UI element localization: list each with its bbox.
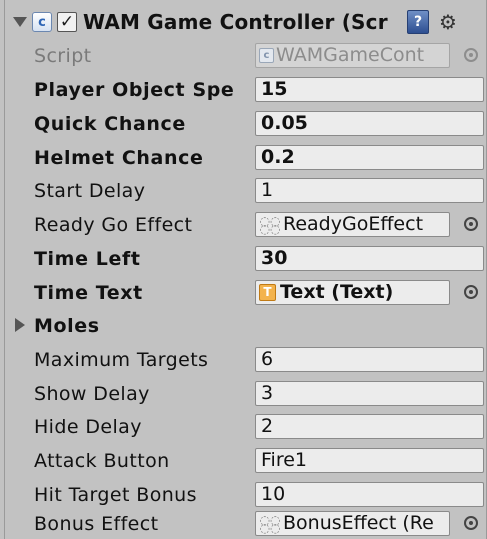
property-label-ready-go-effect: Ready Go Effect: [34, 214, 193, 236]
maximum-targets-input[interactable]: 6: [255, 347, 484, 372]
property-row-time-left: Time Left 30: [5, 242, 486, 274]
property-row-player-object-speed: Player Object Spe 15: [5, 73, 486, 105]
property-label-hit-target-bonus: Hit Target Bonus: [34, 484, 197, 506]
property-row-maximum-targets: Maximum Targets 6: [5, 343, 486, 375]
object-picker-icon[interactable]: [464, 217, 478, 231]
property-row-script: Script c WAMGameCont: [5, 39, 486, 71]
show-delay-input[interactable]: 3: [255, 381, 484, 406]
quick-chance-input[interactable]: 0.05: [255, 111, 484, 136]
prefab-icon: ◌◌ ◌◌: [259, 213, 281, 236]
property-label-bonus-effect: Bonus Effect: [34, 513, 159, 535]
property-label-quick-chance: Quick Chance: [34, 113, 186, 135]
property-row-show-delay: Show Delay 3: [5, 377, 486, 409]
property-label-moles[interactable]: Moles: [34, 313, 256, 339]
moles-foldout[interactable]: Moles: [5, 309, 486, 341]
prefab-icon: ◌◌ ◌◌: [259, 512, 281, 535]
component-title: WAM Game Controller (Scr: [83, 10, 388, 34]
attack-button-input[interactable]: Fire1: [255, 448, 484, 473]
script-component-icon: c: [32, 12, 52, 32]
script-object-field[interactable]: c WAMGameCont: [255, 43, 450, 68]
property-row-helmet-chance: Helmet Chance 0.2: [5, 141, 486, 173]
property-label-time-left: Time Left: [34, 248, 141, 270]
component-enabled-checkbox[interactable]: ✓: [57, 12, 77, 32]
hit-target-bonus-input[interactable]: 10: [255, 482, 484, 507]
property-label-hide-delay: Hide Delay: [34, 416, 142, 438]
object-picker-icon[interactable]: [464, 285, 478, 299]
cs-script-icon: c: [259, 48, 274, 63]
ready-go-effect-value: ReadyGoEffect: [283, 213, 424, 235]
hide-delay-input[interactable]: 2: [255, 414, 484, 439]
helmet-chance-input[interactable]: 0.2: [255, 145, 484, 170]
property-row-time-text: Time Text T Text (Text): [5, 276, 486, 308]
time-text-value: Text (Text): [280, 281, 394, 303]
property-label-helmet-chance: Helmet Chance: [34, 147, 204, 169]
bonus-effect-value: BonusEffect (Re: [283, 512, 434, 534]
property-row-ready-go-effect: Ready Go Effect ◌◌ ◌◌ ReadyGoEffect: [5, 208, 486, 240]
start-delay-input[interactable]: 1: [255, 178, 484, 203]
property-label-script: Script: [34, 45, 92, 67]
object-picker-icon[interactable]: [464, 48, 478, 62]
player-object-speed-input[interactable]: 15: [255, 77, 484, 102]
property-label-show-delay: Show Delay: [34, 383, 150, 405]
property-row-attack-button: Attack Button Fire1: [5, 444, 486, 476]
gear-icon[interactable]: ⚙: [439, 12, 457, 32]
property-row-quick-chance: Quick Chance 0.05: [5, 107, 486, 139]
property-label-maximum-targets: Maximum Targets: [34, 349, 209, 371]
property-label-player-object-speed: Player Object Spe: [34, 79, 235, 101]
ready-go-effect-object-field[interactable]: ◌◌ ◌◌ ReadyGoEffect: [255, 212, 450, 237]
component-header[interactable]: c ✓ WAM Game Controller (Scr ? ⚙: [5, 6, 486, 38]
property-label-time-text: Time Text: [34, 282, 143, 304]
property-row-bonus-effect: Bonus Effect ◌◌ ◌◌ BonusEffect (Re: [5, 507, 486, 539]
foldout-expanded-icon[interactable]: [13, 17, 27, 27]
text-component-icon: T: [259, 284, 276, 301]
object-picker-icon[interactable]: [464, 516, 478, 530]
property-label-attack-button: Attack Button: [34, 450, 170, 472]
bonus-effect-object-field[interactable]: ◌◌ ◌◌ BonusEffect (Re: [255, 511, 450, 536]
inspector-panel: c ✓ WAM Game Controller (Scr ? ⚙ Script …: [4, 0, 487, 539]
property-label-start-delay: Start Delay: [34, 180, 146, 202]
property-row-start-delay: Start Delay 1: [5, 174, 486, 206]
property-row-hit-target-bonus: Hit Target Bonus 10: [5, 478, 486, 510]
property-row-hide-delay: Hide Delay 2: [5, 410, 486, 442]
help-book-icon[interactable]: ?: [407, 10, 429, 34]
script-object-value: WAMGameCont: [276, 44, 425, 66]
foldout-collapsed-icon[interactable]: [15, 318, 25, 332]
time-text-object-field[interactable]: T Text (Text): [255, 280, 450, 305]
time-left-input[interactable]: 30: [255, 246, 484, 271]
